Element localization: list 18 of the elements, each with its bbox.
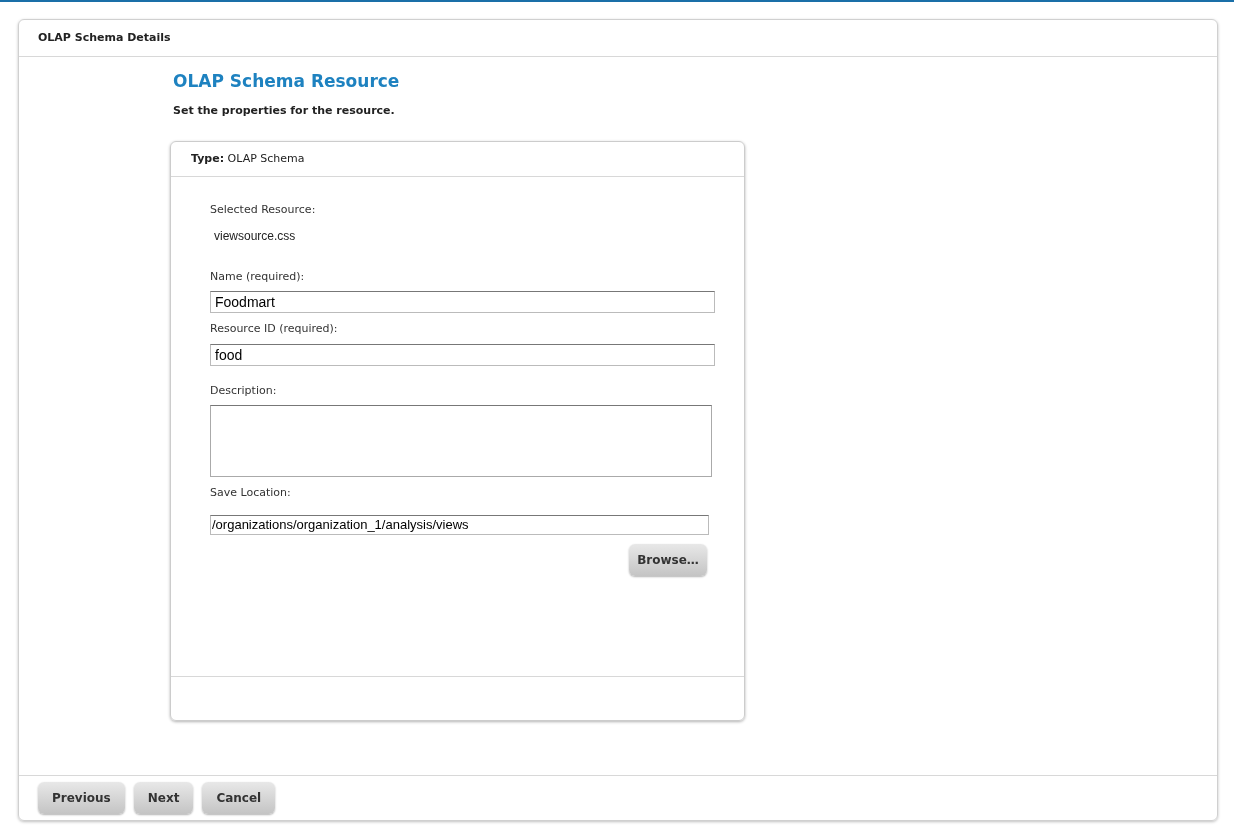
text-field[interactable]: food	[210, 343, 715, 366]
field-label: Selected Resource:	[210, 202, 317, 218]
nav-button[interactable]: Next	[133, 782, 194, 814]
page-heading: OLAP Schema Resource	[173, 70, 401, 93]
type-text: Type: OLAP Schema	[191, 150, 305, 167]
selected-resource-value: viewsource.css	[214, 227, 297, 245]
text-field[interactable]: Foodmart	[210, 291, 715, 313]
instruction-text: Set the properties for the resource.	[173, 102, 396, 119]
text-field[interactable]: /organizations/organization_1/analysis/views	[210, 514, 709, 535]
field-label: Description:	[210, 382, 278, 399]
nav-button[interactable]: Cancel	[202, 782, 276, 814]
field-label: Resource ID (required):	[210, 321, 339, 337]
browse-button[interactable]: Browse…	[629, 543, 707, 576]
panel-title: OLAP Schema Details	[38, 29, 171, 46]
nav-button[interactable]: Previous	[38, 782, 125, 814]
description-field[interactable]	[210, 405, 712, 477]
field-label: Save Location:	[210, 485, 292, 501]
field-label: Name (required):	[210, 268, 306, 285]
